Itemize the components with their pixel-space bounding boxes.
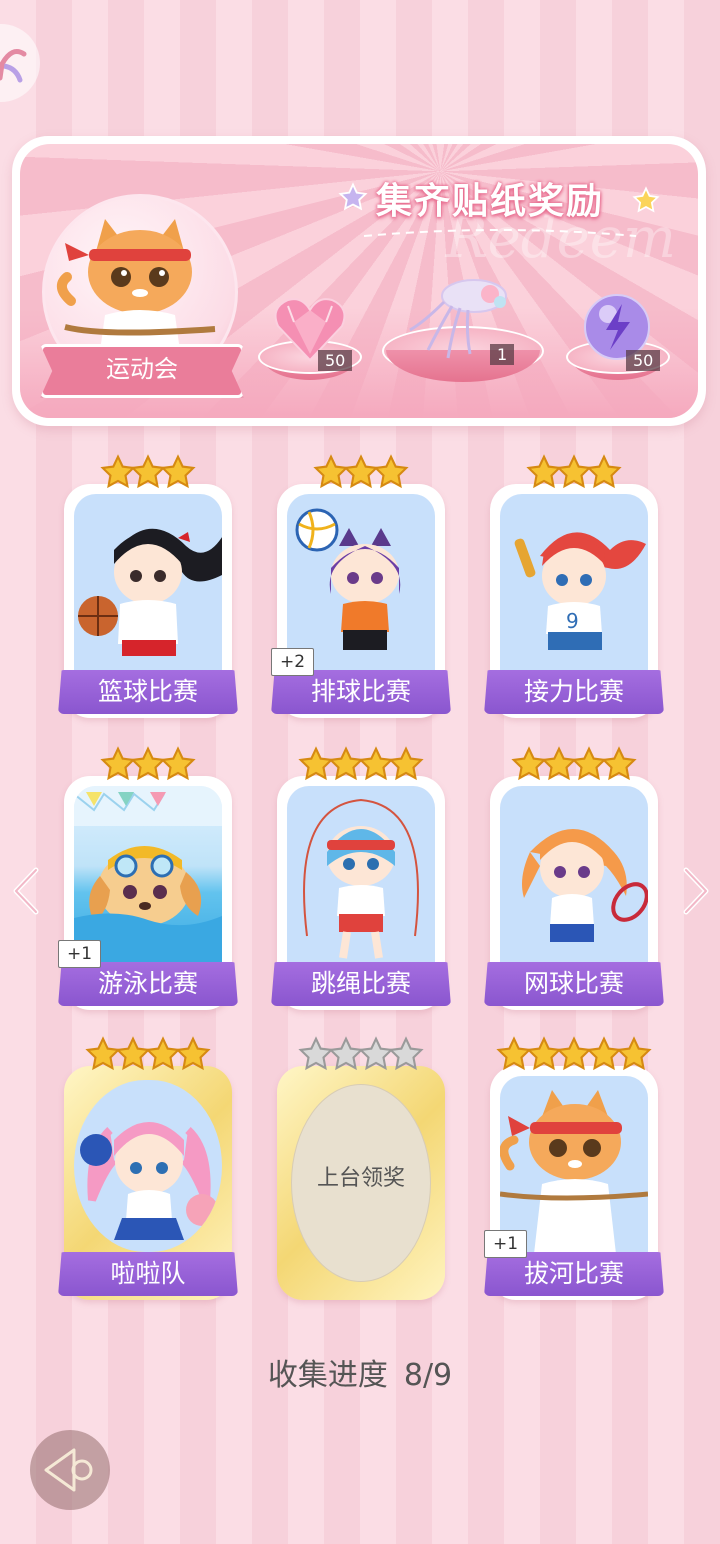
card-label-ribbon: 篮球比赛 <box>58 670 238 714</box>
sticker-card[interactable]: 上台领奖 <box>277 1066 445 1300</box>
card-label: 网球比赛 <box>523 969 624 998</box>
progress-value: 8/9 <box>403 1358 453 1393</box>
card-label-ribbon: 网球比赛 <box>484 962 664 1006</box>
star-rating <box>80 1036 216 1076</box>
card-label: 游泳比赛 <box>97 969 198 998</box>
chevron-right-icon[interactable] <box>682 866 712 916</box>
sticker-art-basketball-girl <box>74 494 222 672</box>
reward-count-3: 50 <box>626 350 661 371</box>
card-label-ribbon: 啦啦队 <box>58 1252 238 1296</box>
sticker-card[interactable]: 游泳比赛 <box>58 776 238 1010</box>
card-label: 上台领奖 <box>316 1166 405 1191</box>
sticker-card[interactable]: 拔河比赛 <box>484 1066 664 1300</box>
card-label: 拔河比赛 <box>523 1259 624 1288</box>
svg-text:9: 9 <box>566 609 579 633</box>
sticker-art-cheerleader-girl <box>74 1080 222 1252</box>
star-icon <box>160 454 196 489</box>
star-icon <box>388 1036 424 1071</box>
reward-count-1: 50 <box>318 350 353 371</box>
card-label: 篮球比赛 <box>97 677 198 706</box>
sticker-card[interactable]: 9 接力比赛 <box>484 484 664 718</box>
sticker-card[interactable]: 啦啦队 <box>58 1066 238 1300</box>
star-rating <box>522 454 626 494</box>
star-rating <box>96 746 200 786</box>
star-icon <box>388 746 424 781</box>
pinwheel-menu-button[interactable] <box>0 24 40 102</box>
star-rating <box>96 454 200 494</box>
event-name-label: 运动会 <box>40 344 244 398</box>
card-label: 排球比赛 <box>310 677 411 706</box>
star-icon <box>175 1036 211 1071</box>
sticker-card[interactable]: 排球比赛 <box>271 484 451 718</box>
title-dashed-underline <box>363 229 637 237</box>
card-label-ribbon: 排球比赛 <box>271 670 451 714</box>
chevron-left-icon[interactable] <box>10 866 40 916</box>
progress-label: 收集进度 <box>267 1358 388 1393</box>
card-label-ribbon: 接力比赛 <box>484 670 664 714</box>
event-name-text: 运动会 <box>106 355 178 383</box>
banner-title: 集齐贴纸奖励 <box>375 181 604 222</box>
sticker-card[interactable]: 跳绳比赛 <box>271 776 451 1010</box>
reward-count-2: 1 <box>490 344 515 365</box>
sticker-card[interactable]: 网球比赛 <box>484 776 664 1010</box>
card-label-ribbon: 拔河比赛 <box>484 1252 664 1296</box>
star-rating <box>506 746 642 786</box>
sticker-art-swimming-dog <box>74 786 222 964</box>
card-label: 跳绳比赛 <box>310 969 411 998</box>
star-rating <box>293 1036 429 1076</box>
new-count-badge: +1 <box>484 1230 528 1258</box>
star-rating <box>293 746 429 786</box>
new-count-badge: +1 <box>58 940 102 968</box>
sticker-card[interactable]: 篮球比赛 <box>58 484 238 718</box>
back-arrow-icon <box>44 1448 93 1492</box>
star-icon <box>586 454 622 489</box>
new-count-badge: +2 <box>271 648 315 676</box>
back-button[interactable] <box>30 1430 110 1510</box>
star-icon <box>160 746 196 781</box>
card-label: 接力比赛 <box>523 677 624 706</box>
sticker-art-volleyball-girl <box>287 494 435 672</box>
star-icon <box>616 1036 652 1071</box>
card-label-ribbon: 游泳比赛 <box>58 962 238 1006</box>
pinwheel-icon <box>0 49 27 83</box>
sticker-art-relay-girl: 9 <box>500 494 648 672</box>
card-label: 啦啦队 <box>110 1259 186 1288</box>
sticker-art-tennis-girl <box>500 786 648 964</box>
card-label-ribbon: 跳绳比赛 <box>271 962 451 1006</box>
star-rating <box>309 454 413 494</box>
sticker-art-tug-of-war-cat <box>500 1076 648 1254</box>
star-icon <box>601 746 637 781</box>
star-icon <box>373 454 409 489</box>
collection-progress: 收集进度 8/9 <box>0 1350 720 1394</box>
star-rating <box>490 1036 658 1076</box>
sticker-art-jump-rope-girl <box>287 786 435 964</box>
